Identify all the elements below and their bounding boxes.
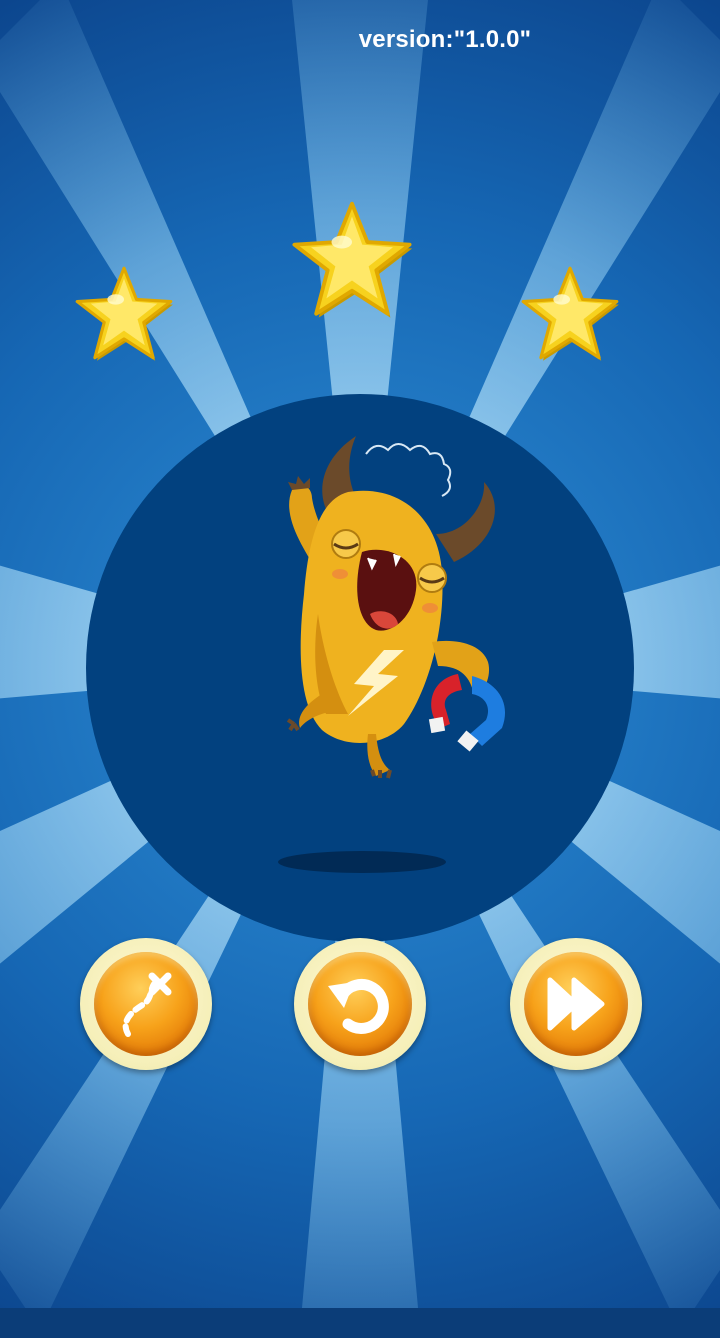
- retry-button[interactable]: [294, 938, 426, 1070]
- star-icon: [521, 266, 619, 361]
- map-path-icon: [122, 972, 172, 1037]
- bottom-bar: [0, 1308, 720, 1338]
- map-button[interactable]: [80, 938, 212, 1070]
- next-button[interactable]: [510, 938, 642, 1070]
- version-label: version:"1.0.0": [358, 26, 532, 53]
- fast-forward-icon: [547, 977, 605, 1031]
- retry-icon: [328, 979, 389, 1034]
- star-icon: [292, 201, 413, 318]
- monster-with-magnet-icon: [278, 436, 506, 873]
- star-icon: [75, 266, 173, 361]
